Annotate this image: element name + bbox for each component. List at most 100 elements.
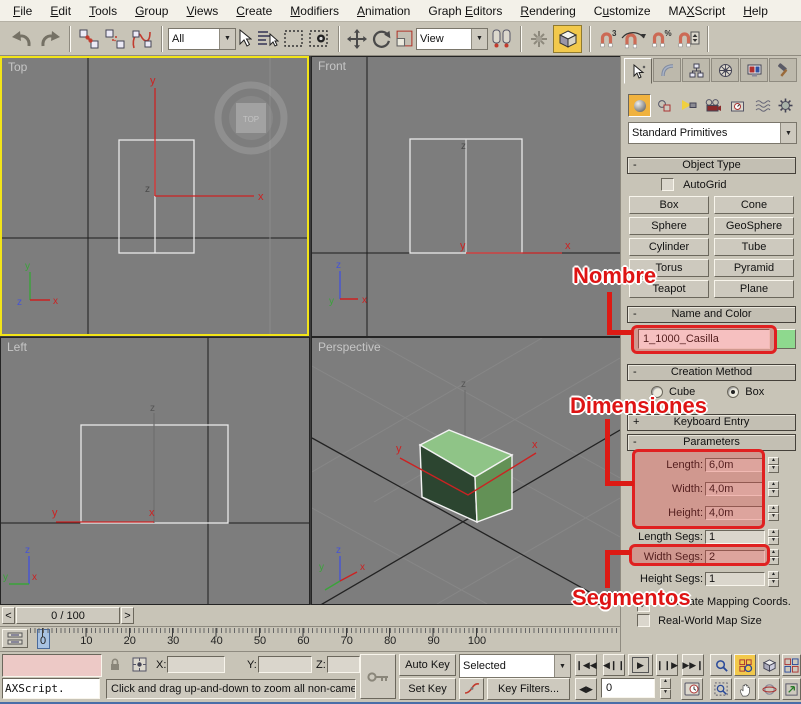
collapse-icon[interactable]: - xyxy=(633,365,637,380)
time-slider-handle[interactable]: 0 / 100 xyxy=(16,607,120,624)
auto-key-button[interactable]: Auto Key xyxy=(399,654,456,676)
tab-display[interactable] xyxy=(740,58,768,82)
select-by-name-icon[interactable] xyxy=(256,26,279,52)
macro-recorder-pane[interactable] xyxy=(2,654,102,677)
height-segs-input[interactable]: 1 xyxy=(705,572,765,586)
spinner-down-icon[interactable]: ▼ xyxy=(768,537,779,545)
zoom-all-button[interactable] xyxy=(734,654,756,676)
menu-create[interactable]: Create xyxy=(227,2,281,20)
menu-tools[interactable]: Tools xyxy=(80,2,126,20)
spinner-up-icon[interactable]: ▲ xyxy=(660,678,671,689)
current-frame-input[interactable]: 0 xyxy=(601,678,655,698)
spinner-up-icon[interactable]: ▲ xyxy=(768,529,779,537)
min-max-toggle-button[interactable] xyxy=(782,678,801,700)
selection-filter-dropdown[interactable]: All ▼ xyxy=(168,28,236,50)
zoom-button[interactable] xyxy=(710,654,732,676)
collapse-icon[interactable]: - xyxy=(633,435,637,450)
button-cone[interactable]: Cone xyxy=(714,196,794,214)
go-to-end-button[interactable]: ▶▶❙ xyxy=(682,654,704,676)
y-coord-input[interactable] xyxy=(258,656,312,673)
zoom-extents-all-button[interactable] xyxy=(782,654,801,676)
arc-rotate-button[interactable] xyxy=(758,678,780,700)
snaps-toggle-button[interactable] xyxy=(553,25,582,53)
select-and-move-icon[interactable] xyxy=(347,26,367,52)
spinner-down-icon[interactable]: ▼ xyxy=(768,465,779,473)
frame-spinner[interactable]: ▲▼ xyxy=(660,678,671,699)
width-segs-spinner[interactable]: ▲▼ xyxy=(768,549,779,565)
unlink-selection-icon[interactable] xyxy=(104,26,126,52)
spinner-up-icon[interactable]: ▲ xyxy=(768,505,779,513)
default-tangent-button[interactable] xyxy=(459,678,484,700)
category-lights[interactable] xyxy=(677,94,700,117)
key-filters-button[interactable]: Key Filters... xyxy=(487,678,570,700)
category-space-warps[interactable] xyxy=(751,94,774,117)
spinner-up-icon[interactable]: ▲ xyxy=(768,571,779,579)
radio-box[interactable] xyxy=(727,386,739,398)
menu-file[interactable]: File xyxy=(4,2,41,20)
selection-set-dropdown[interactable]: Selected ▼ xyxy=(459,654,571,678)
select-and-manipulate-icon[interactable] xyxy=(529,26,549,52)
button-geosphere[interactable]: GeoSphere xyxy=(714,217,794,235)
tab-hierarchy[interactable] xyxy=(682,58,710,82)
selection-lock-icon[interactable] xyxy=(108,657,122,672)
spinner-down-icon[interactable]: ▼ xyxy=(768,513,779,521)
time-slider-next-button[interactable]: > xyxy=(121,607,134,624)
viewport-top[interactable]: Top TOP y x z y x z xyxy=(0,56,309,336)
time-configuration-button[interactable] xyxy=(681,678,703,700)
spinner-down-icon[interactable]: ▼ xyxy=(660,689,671,700)
pan-button[interactable] xyxy=(734,678,756,700)
select-and-link-icon[interactable] xyxy=(78,26,100,52)
length-segs-spinner[interactable]: ▲▼ xyxy=(768,529,779,545)
key-mode-toggle-button[interactable]: ◀▶ xyxy=(575,678,597,700)
rollout-name-color[interactable]: - Name and Color xyxy=(627,306,796,323)
previous-frame-button[interactable]: ◀❙❙ xyxy=(603,654,625,676)
redo-icon[interactable] xyxy=(38,26,62,52)
time-slider-prev-button[interactable]: < xyxy=(2,607,15,624)
dropdown-arrow-icon[interactable]: ▼ xyxy=(554,655,570,677)
menu-group[interactable]: Group xyxy=(126,2,177,20)
rectangular-selection-region-icon[interactable] xyxy=(283,26,304,52)
z-coord-input[interactable] xyxy=(327,656,360,673)
category-geometry[interactable] xyxy=(628,94,651,117)
rollout-creation-method[interactable]: - Creation Method xyxy=(627,364,796,381)
menu-rendering[interactable]: Rendering xyxy=(511,2,584,20)
bind-to-space-warp-icon[interactable] xyxy=(130,26,154,52)
category-cameras[interactable] xyxy=(702,94,725,117)
reference-coordinate-dropdown[interactable]: View ▼ xyxy=(416,28,488,50)
menu-edit[interactable]: Edit xyxy=(41,2,80,20)
rollout-parameters[interactable]: - Parameters xyxy=(627,434,796,451)
spinner-up-icon[interactable]: ▲ xyxy=(768,457,779,465)
button-cylinder[interactable]: Cylinder xyxy=(629,238,709,256)
go-to-start-button[interactable]: ❙◀◀ xyxy=(575,654,597,676)
select-and-scale-icon[interactable] xyxy=(395,26,414,52)
primitives-category-dropdown[interactable]: Standard Primitives ▼ xyxy=(628,122,797,144)
spinner-down-icon[interactable]: ▼ xyxy=(768,489,779,497)
autogrid-checkbox[interactable] xyxy=(661,178,674,191)
viewport-compass[interactable]: TOP xyxy=(243,115,259,124)
select-object-icon[interactable] xyxy=(238,26,252,52)
dropdown-arrow-icon[interactable]: ▼ xyxy=(471,29,487,49)
button-sphere[interactable]: Sphere xyxy=(629,217,709,235)
window-crossing-icon[interactable] xyxy=(308,26,331,52)
spinner-up-icon[interactable]: ▲ xyxy=(768,549,779,557)
height-spinner[interactable]: ▲▼ xyxy=(768,505,779,521)
height-input[interactable]: 4,0m xyxy=(705,506,765,520)
menu-modifiers[interactable]: Modifiers xyxy=(281,2,348,20)
undo-icon[interactable] xyxy=(10,26,34,52)
width-segs-input[interactable]: 2 xyxy=(705,550,765,564)
menu-views[interactable]: Views xyxy=(177,2,227,20)
angle-snap-toggle-icon[interactable] xyxy=(620,26,646,52)
menu-animation[interactable]: Animation xyxy=(348,2,419,20)
set-key-button[interactable]: Set Key xyxy=(399,678,456,700)
spinner-down-icon[interactable]: ▼ xyxy=(768,579,779,587)
height-segs-spinner[interactable]: ▲▼ xyxy=(768,571,779,587)
use-pivot-point-center-icon[interactable] xyxy=(490,26,513,52)
width-input[interactable]: 4,0m xyxy=(705,482,765,496)
absolute-mode-icon[interactable] xyxy=(131,656,148,673)
real-world-checkbox[interactable] xyxy=(637,614,650,627)
tab-utilities[interactable] xyxy=(769,58,797,82)
tab-create[interactable] xyxy=(624,58,652,84)
snap-toggle-3d-icon[interactable]: 3 xyxy=(598,26,616,52)
category-shapes[interactable] xyxy=(653,94,676,117)
x-coord-input[interactable] xyxy=(167,656,225,673)
